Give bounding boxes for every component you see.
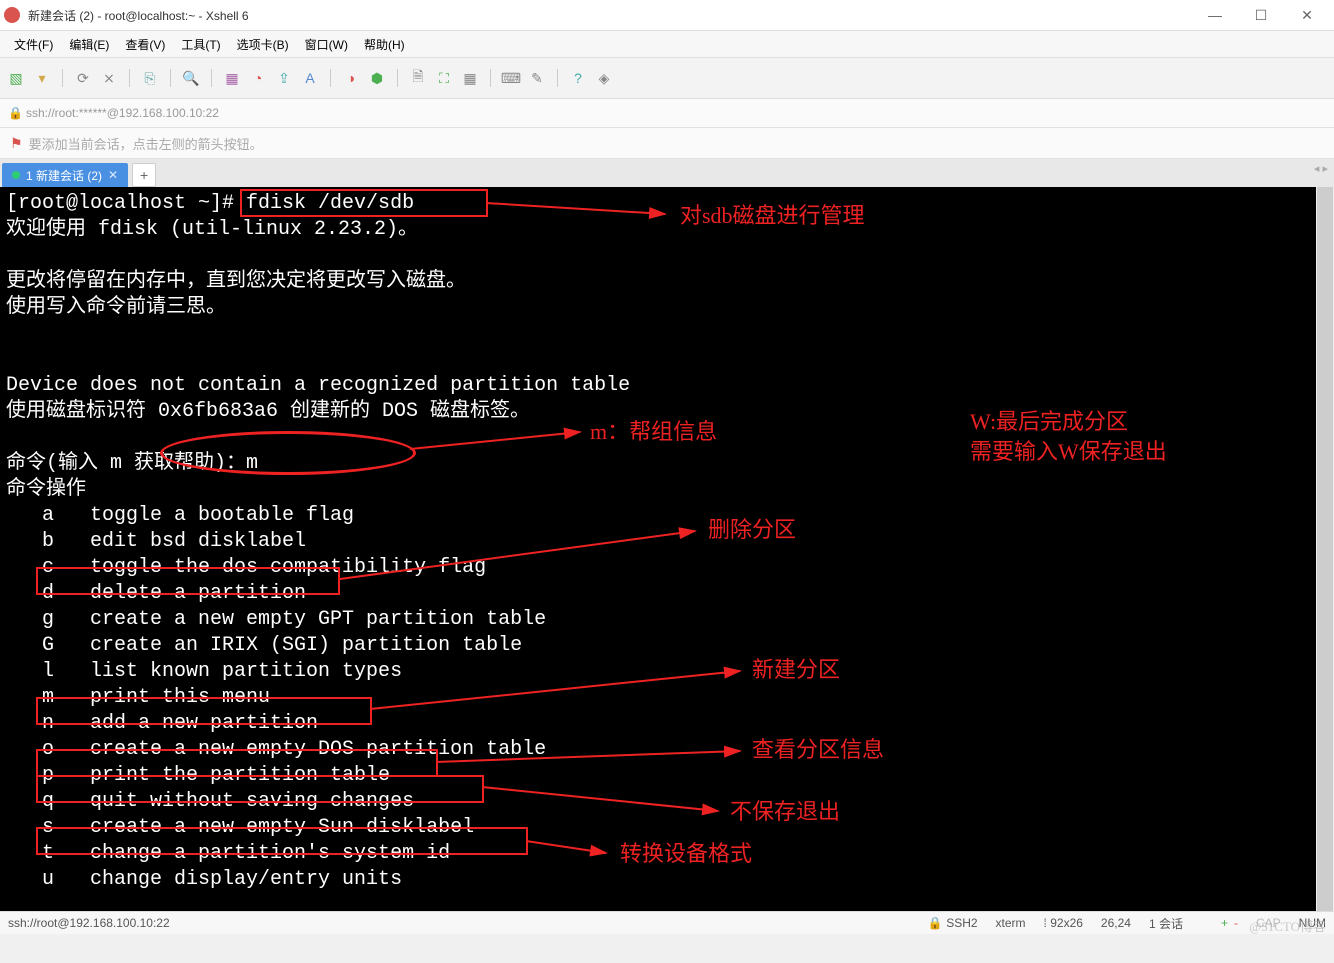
annotation-w1: W:最后完成分区: [970, 409, 1128, 435]
status-sessions: 1 会话: [1149, 915, 1183, 932]
separator: [557, 69, 558, 87]
scrollbar-thumb[interactable]: [1317, 187, 1333, 911]
addressbar[interactable]: 🔒 ssh://root:******@192.168.100.10:22: [0, 99, 1334, 128]
extra-icon[interactable]: ◈: [596, 70, 612, 86]
xagent-icon[interactable]: ⬢: [369, 70, 385, 86]
status-ssh: 🔒 SSH2: [928, 916, 978, 930]
log-icon[interactable]: 🗎: [410, 70, 426, 86]
separator: [330, 69, 331, 87]
new-tab-button[interactable]: +: [132, 163, 156, 187]
annotation-sdb: 对sdb磁盘进行管理: [680, 203, 865, 229]
separator: [490, 69, 491, 87]
flag-icon: ⚑: [10, 135, 23, 152]
terminal-text: [root@localhost ~]# fdisk /dev/sdb 欢迎使用 …: [6, 191, 1328, 893]
separator: [170, 69, 171, 87]
annotation-quit: 不保存退出: [730, 799, 840, 825]
maximize-button[interactable]: ☐: [1238, 0, 1284, 30]
folder-icon[interactable]: ▾: [34, 70, 50, 86]
highlight-icon[interactable]: ▦: [224, 70, 240, 86]
separator: [211, 69, 212, 87]
session-icon[interactable]: ◔: [250, 70, 266, 86]
annotation-type: 转换设备格式: [620, 841, 752, 867]
menu-edit[interactable]: 编辑(E): [63, 34, 115, 55]
menu-window[interactable]: 窗口(W): [299, 34, 354, 55]
font-icon[interactable]: A: [302, 70, 318, 86]
annotation-m: m：帮组信息: [590, 419, 717, 445]
annotation-delete: 删除分区: [708, 517, 796, 543]
hint-bar: ⚑ 要添加当前会话，点击左侧的箭头按钮。: [0, 128, 1334, 159]
window-title: 新建会话 (2) - root@localhost:~ - Xshell 6: [28, 7, 1192, 24]
menu-tools[interactable]: 工具(T): [175, 34, 226, 55]
status-dot-icon: [12, 171, 20, 179]
menu-tabs[interactable]: 选项卡(B): [231, 34, 295, 55]
status-plus[interactable]: +: [1221, 916, 1228, 930]
session-tab[interactable]: 1 新建会话 (2) ✕: [2, 163, 128, 187]
separator: [62, 69, 63, 87]
watermark: @51CTO博客: [1249, 916, 1326, 935]
menubar: 文件(F) 编辑(E) 查看(V) 工具(T) 选项卡(B) 窗口(W) 帮助(…: [0, 31, 1334, 58]
keyboard-icon[interactable]: ⌨: [503, 70, 519, 86]
status-address: ssh://root@192.168.100.10:22: [8, 916, 170, 930]
menu-file[interactable]: 文件(F): [8, 34, 59, 55]
disconnect-icon[interactable]: ⨯: [101, 70, 117, 86]
titlebar: 新建会话 (2) - root@localhost:~ - Xshell 6 —…: [0, 0, 1334, 31]
menu-help[interactable]: 帮助(H): [358, 34, 411, 55]
status-minus[interactable]: -: [1234, 916, 1238, 930]
tile-icon[interactable]: ▦: [462, 70, 478, 86]
app-icon: [4, 7, 20, 23]
terminal-view[interactable]: [root@localhost ~]# fdisk /dev/sdb 欢迎使用 …: [0, 187, 1334, 911]
statusbar: ssh://root@192.168.100.10:22 🔒 SSH2 xter…: [0, 911, 1334, 934]
lock-icon: 🔒: [8, 106, 22, 120]
tab-strip: 1 新建会话 (2) ✕ + ◂ ▸: [0, 159, 1334, 187]
annotation-w2: 需要输入W保存退出: [970, 439, 1167, 465]
menu-view[interactable]: 查看(V): [119, 34, 171, 55]
help-icon[interactable]: ?: [570, 70, 586, 86]
script-icon[interactable]: ✎: [529, 70, 545, 86]
address-text: ssh://root:******@192.168.100.10:22: [26, 106, 219, 120]
hint-text: 要添加当前会话，点击左侧的箭头按钮。: [29, 134, 263, 153]
status-cursor: 26,24: [1101, 916, 1131, 930]
tab-label: 1 新建会话 (2): [26, 167, 102, 184]
toolbar: ▧ ▾ ⟳ ⨯ ⎘ 🔍 ▦ ◔ ⇪ A ◑ ⬢ 🗎 ⛶ ▦ ⌨ ✎ ? ◈: [0, 58, 1334, 99]
xftp-icon[interactable]: ◑: [343, 70, 359, 86]
status-term: xterm: [996, 916, 1026, 930]
close-button[interactable]: ✕: [1284, 0, 1330, 30]
minimize-button[interactable]: —: [1192, 0, 1238, 30]
copy-icon[interactable]: ⎘: [142, 70, 158, 86]
reconnect-icon[interactable]: ⟳: [75, 70, 91, 86]
tab-close-icon[interactable]: ✕: [108, 168, 118, 182]
annotation-new: 新建分区: [752, 657, 840, 683]
tab-nav-arrows[interactable]: ◂ ▸: [1314, 162, 1328, 175]
new-session-icon[interactable]: ▧: [8, 70, 24, 86]
annotation-print: 查看分区信息: [752, 737, 884, 763]
fullscreen-icon[interactable]: ⛶: [436, 70, 452, 86]
separator: [397, 69, 398, 87]
status-size: ⁞ 92x26: [1044, 916, 1083, 930]
upload-icon[interactable]: ⇪: [276, 70, 292, 86]
separator: [129, 69, 130, 87]
find-icon[interactable]: 🔍: [183, 70, 199, 86]
